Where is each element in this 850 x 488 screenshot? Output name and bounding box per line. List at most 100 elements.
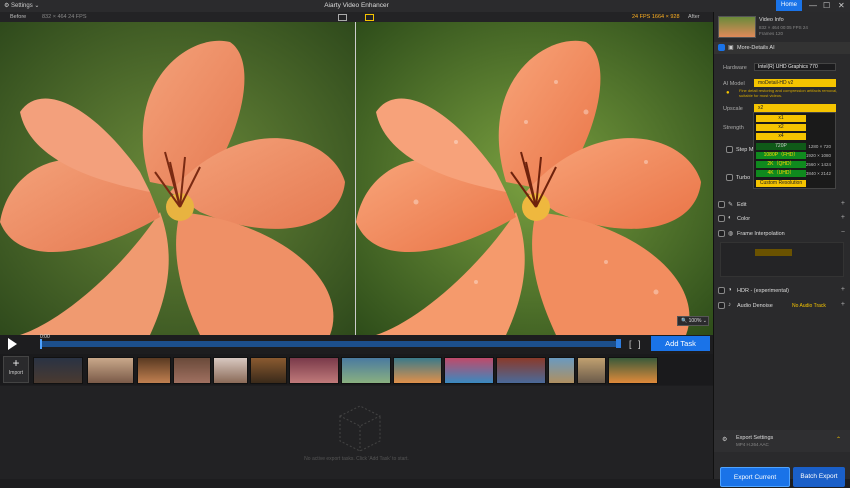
video-thumb[interactable] [577,357,606,384]
hdr-section[interactable]: ◑ HDR - (experimental) + [714,286,850,296]
video-meta-1: 832 × 464 00:05 FPS 24 [759,25,808,30]
video-thumb[interactable] [496,357,546,384]
video-thumbnail [718,16,756,38]
hdr-icon: ◑ [728,287,732,293]
audio-icon: ♪ [728,302,731,308]
maximize-button[interactable]: ☐ [823,1,830,10]
import-label: Import [8,370,24,376]
option-resolution: 3840 × 2142 [805,171,831,176]
upscale-option[interactable]: 720P [756,143,806,150]
step-mode-checkbox[interactable] [726,146,733,153]
frame-interp-section[interactable]: ◍ Frame Interpolation − [714,229,850,239]
audio-denoise-section[interactable]: ♪ Audio Denoise No Audio Track + [714,301,850,311]
expand-icon[interactable]: + [841,301,845,308]
settings-panel: Video Info 832 × 464 00:05 FPS 24 Frames… [713,12,850,487]
frames-icon: ◍ [728,231,734,237]
zoom-control[interactable]: 🔍 100% ⌄ [677,316,709,326]
timeline-track[interactable] [40,341,620,347]
video-thumb[interactable] [250,357,287,384]
frame-interp-options [720,242,844,277]
video-thumb[interactable] [393,357,442,384]
video-thumb[interactable] [444,357,494,384]
video-thumb[interactable] [548,357,575,384]
trim-end-handle[interactable] [616,339,621,348]
collapse-icon[interactable]: − [841,229,845,236]
video-info-label: Video Info [759,17,784,23]
upscale-option[interactable]: 4K（UHD） [756,170,806,177]
empty-box-icon [338,405,382,452]
task-area: No active export tasks. Click 'Add Task'… [0,386,713,479]
preview-after[interactable] [356,22,713,335]
ai-icon: ▣ [728,45,734,51]
export-settings-label: Export Settings [736,435,774,441]
batch-export-button[interactable]: Batch Export [793,467,845,487]
video-thumb[interactable] [608,357,658,384]
playhead[interactable] [40,339,42,349]
trim-start-icon[interactable]: [ [629,339,632,349]
palette-icon: ◐ [728,215,732,221]
edit-icon: ✎ [728,202,734,208]
hdr-checkbox[interactable] [718,287,725,294]
video-thumb[interactable] [289,357,339,384]
upscale-option[interactable]: 2K（QHD） [756,161,806,168]
app-title: Aiarty Video Enhancer [324,2,389,9]
expand-icon[interactable]: + [841,286,845,293]
video-thumb[interactable] [87,357,134,384]
before-label: Before [10,13,27,20]
expand-icon[interactable]: + [841,214,845,221]
add-task-button[interactable]: Add Task [651,336,710,351]
video-strip: + Import [0,354,713,385]
trim-end-icon[interactable]: ] [638,339,641,349]
option-resolution: 1280 × 720 [808,144,831,149]
compare-bar: Before 832 × 464 24 FPS 24 FPS 1664 × 92… [0,12,713,22]
upscale-option[interactable]: Custom Resolution [756,180,806,187]
upscale-option[interactable]: x2 [756,124,806,131]
audio-denoise-label: Audio Denoise [737,303,773,309]
upscale-select[interactable]: x2 [754,104,836,112]
home-button[interactable]: Home [776,0,802,11]
close-button[interactable]: ✕ [838,1,845,10]
preview-before[interactable] [0,22,355,335]
turbo-checkbox[interactable] [726,174,733,181]
before-info: 832 × 464 24 FPS [42,13,87,20]
edit-checkbox[interactable] [718,201,725,208]
export-settings[interactable]: ⚙ Export Settings MP4 H.264 AAC ⌃ [714,430,850,452]
video-thumb[interactable] [137,357,171,384]
upscale-option[interactable]: x1 [756,115,806,122]
import-button[interactable]: + Import [3,356,29,383]
split-view-icon[interactable] [338,13,347,21]
upscale-option[interactable]: x4 [756,133,806,140]
audio-denoise-checkbox[interactable] [718,302,725,309]
more-details-label: More-Details AI [737,45,775,51]
video-thumb[interactable] [173,357,211,384]
plus-icon: + [12,356,20,370]
chevron-up-icon[interactable]: ⌃ [836,436,841,443]
hardware-label: Hardware [723,65,747,71]
video-thumb[interactable] [213,357,248,384]
upscale-option[interactable]: 1080P（FHD） [756,152,806,159]
color-checkbox[interactable] [718,215,725,222]
side-by-side-icon[interactable] [365,13,374,21]
hardware-select[interactable]: Intel(R) UHD Graphics 770 [754,63,836,71]
expand-icon[interactable]: + [841,200,845,207]
export-settings-icon: ⚙ [722,437,728,443]
aimodel-select[interactable]: moDetail-HD v2 [754,79,836,87]
video-thumb[interactable] [341,357,391,384]
fps-select[interactable] [755,249,792,256]
frame-interp-label: Frame Interpolation [737,231,785,237]
frame-interp-checkbox[interactable] [718,230,725,237]
color-section[interactable]: ◐ Color + [714,214,850,224]
more-details-checkbox[interactable] [718,44,725,51]
more-details-section[interactable]: ▣ More-Details AI [714,42,850,54]
minimize-button[interactable]: — [809,1,817,10]
after-label: After [688,13,700,20]
timeline: 0:00 [ ] Add Task [0,334,713,353]
title-bar: ⚙ Settings ⌄ Aiarty Video Enhancer Home … [0,0,850,12]
play-icon[interactable] [8,338,17,350]
export-current-button[interactable]: Export Current [720,467,790,487]
video-thumb[interactable] [33,357,83,384]
edit-label: Edit [737,202,747,208]
upscale-label: Upscale [723,106,743,112]
edit-section[interactable]: ✎ Edit + [714,200,850,210]
strength-label: Strength [723,125,744,131]
